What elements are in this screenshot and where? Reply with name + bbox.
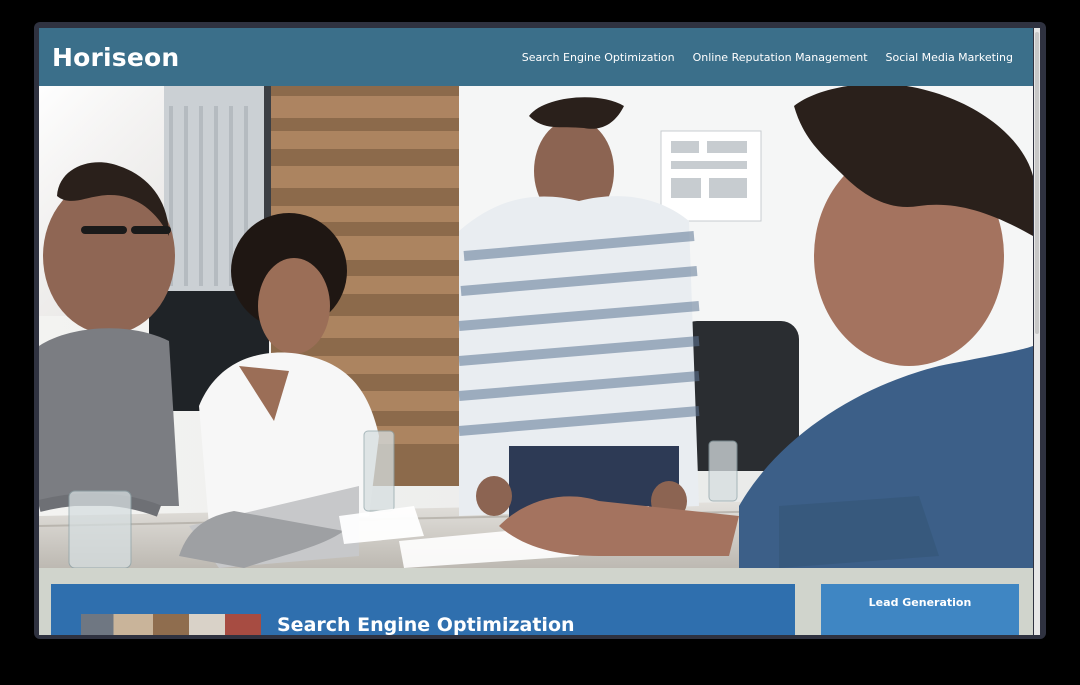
web-page: Horiseon Search Engine Optimization Onli… xyxy=(39,28,1033,635)
office-meeting-photo xyxy=(39,86,1033,568)
scrollbar-thumb[interactable] xyxy=(1035,32,1039,334)
lead-generation-title: Lead Generation xyxy=(868,596,972,609)
lead-generation-card: Lead Generation xyxy=(821,584,1019,635)
vertical-scrollbar[interactable] xyxy=(1034,28,1040,635)
nav-link-online-reputation-management[interactable]: Online Reputation Management xyxy=(693,51,868,64)
browser-window: Horiseon Search Engine Optimization Onli… xyxy=(34,22,1046,639)
seo-title: Search Engine Optimization xyxy=(277,614,575,635)
seo-card: Search Engine Optimization xyxy=(51,584,795,635)
site-logo[interactable]: Horiseon xyxy=(52,43,179,72)
seo-thumbnail xyxy=(81,614,261,635)
nav-link-seo[interactable]: Search Engine Optimization xyxy=(522,51,675,64)
main-nav: Search Engine Optimization Online Reputa… xyxy=(522,51,1013,64)
hero-image xyxy=(39,86,1033,568)
site-header: Horiseon Search Engine Optimization Onli… xyxy=(39,28,1033,86)
services-section: Search Engine Optimization Lead Generati… xyxy=(39,568,1033,635)
nav-link-social-media-marketing[interactable]: Social Media Marketing xyxy=(886,51,1013,64)
